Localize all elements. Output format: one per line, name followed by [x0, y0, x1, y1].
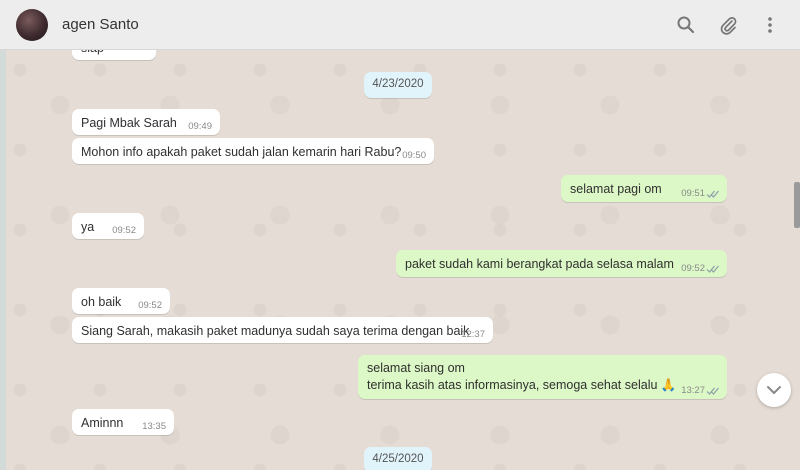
scroll-down-button[interactable]	[757, 373, 791, 407]
message-time: 09:52	[681, 263, 705, 274]
date-label: 4/23/2020	[372, 78, 424, 90]
chat-panel[interactable]: siap 4/23/2020 Pagi Mbak Sarah 09:49 Moh…	[0, 50, 800, 470]
search-icon[interactable]	[676, 15, 696, 35]
message-text: siap	[81, 50, 104, 55]
date-separator: 4/25/2020	[364, 447, 432, 470]
message-bubble[interactable]: selamat pagi om 09:51	[561, 175, 727, 202]
message-bubble[interactable]: Siang Sarah, makasih paket madunya sudah…	[72, 317, 493, 343]
message-bubble[interactable]: siap	[72, 50, 156, 60]
contact-avatar[interactable]	[16, 9, 48, 41]
chevron-down-icon	[767, 386, 781, 394]
message-bubble[interactable]: selamat siang om terima kasih atas infor…	[358, 355, 727, 399]
left-divider	[0, 50, 6, 470]
message-text: Mohon info apakah paket sudah jalan kema…	[81, 145, 402, 159]
message-text: paket sudah kami berangkat pada selasa m…	[405, 257, 674, 271]
contact-name[interactable]: agen Santo	[62, 16, 139, 33]
date-separator: 4/23/2020	[364, 72, 432, 98]
message-bubble[interactable]: oh baik 09:52	[72, 288, 170, 314]
message-text: ya	[81, 220, 95, 234]
message-text: Aminnn	[81, 416, 124, 430]
message-bubble[interactable]: Mohon info apakah paket sudah jalan kema…	[72, 138, 434, 164]
message-bubble[interactable]: paket sudah kami berangkat pada selasa m…	[396, 250, 727, 277]
message-text: Siang Sarah, makasih paket madunya sudah…	[81, 324, 470, 338]
message-bubble[interactable]: Aminnn 13:35	[72, 409, 174, 435]
date-label: 4/25/2020	[372, 453, 424, 465]
message-time: 09:49	[188, 121, 212, 132]
message-text: oh baik	[81, 295, 122, 309]
read-ticks-icon	[706, 190, 719, 198]
message-time: 13:27	[681, 385, 705, 396]
message-time: 09:52	[138, 300, 162, 311]
message-time: 09:50	[402, 150, 426, 161]
message-time: 09:51	[681, 188, 705, 199]
message-text: selamat siang om	[367, 361, 465, 375]
message-text: terima kasih atas informasinya, semoga s…	[367, 378, 677, 392]
read-ticks-icon	[706, 387, 719, 395]
message-time: 13:35	[142, 421, 166, 432]
message-bubble[interactable]: ya 09:52	[72, 213, 144, 239]
message-text: selamat pagi om	[570, 182, 662, 196]
message-time: 12:37	[461, 329, 485, 340]
message-time: 09:52	[112, 225, 136, 236]
message-text: Pagi Mbak Sarah	[81, 116, 177, 130]
scrollbar-thumb[interactable]	[794, 182, 800, 228]
menu-icon[interactable]	[760, 15, 780, 35]
chat-header: agen Santo	[0, 0, 800, 50]
read-ticks-icon	[706, 265, 719, 273]
message-bubble[interactable]: Pagi Mbak Sarah 09:49	[72, 109, 220, 135]
attach-icon[interactable]	[718, 15, 738, 35]
